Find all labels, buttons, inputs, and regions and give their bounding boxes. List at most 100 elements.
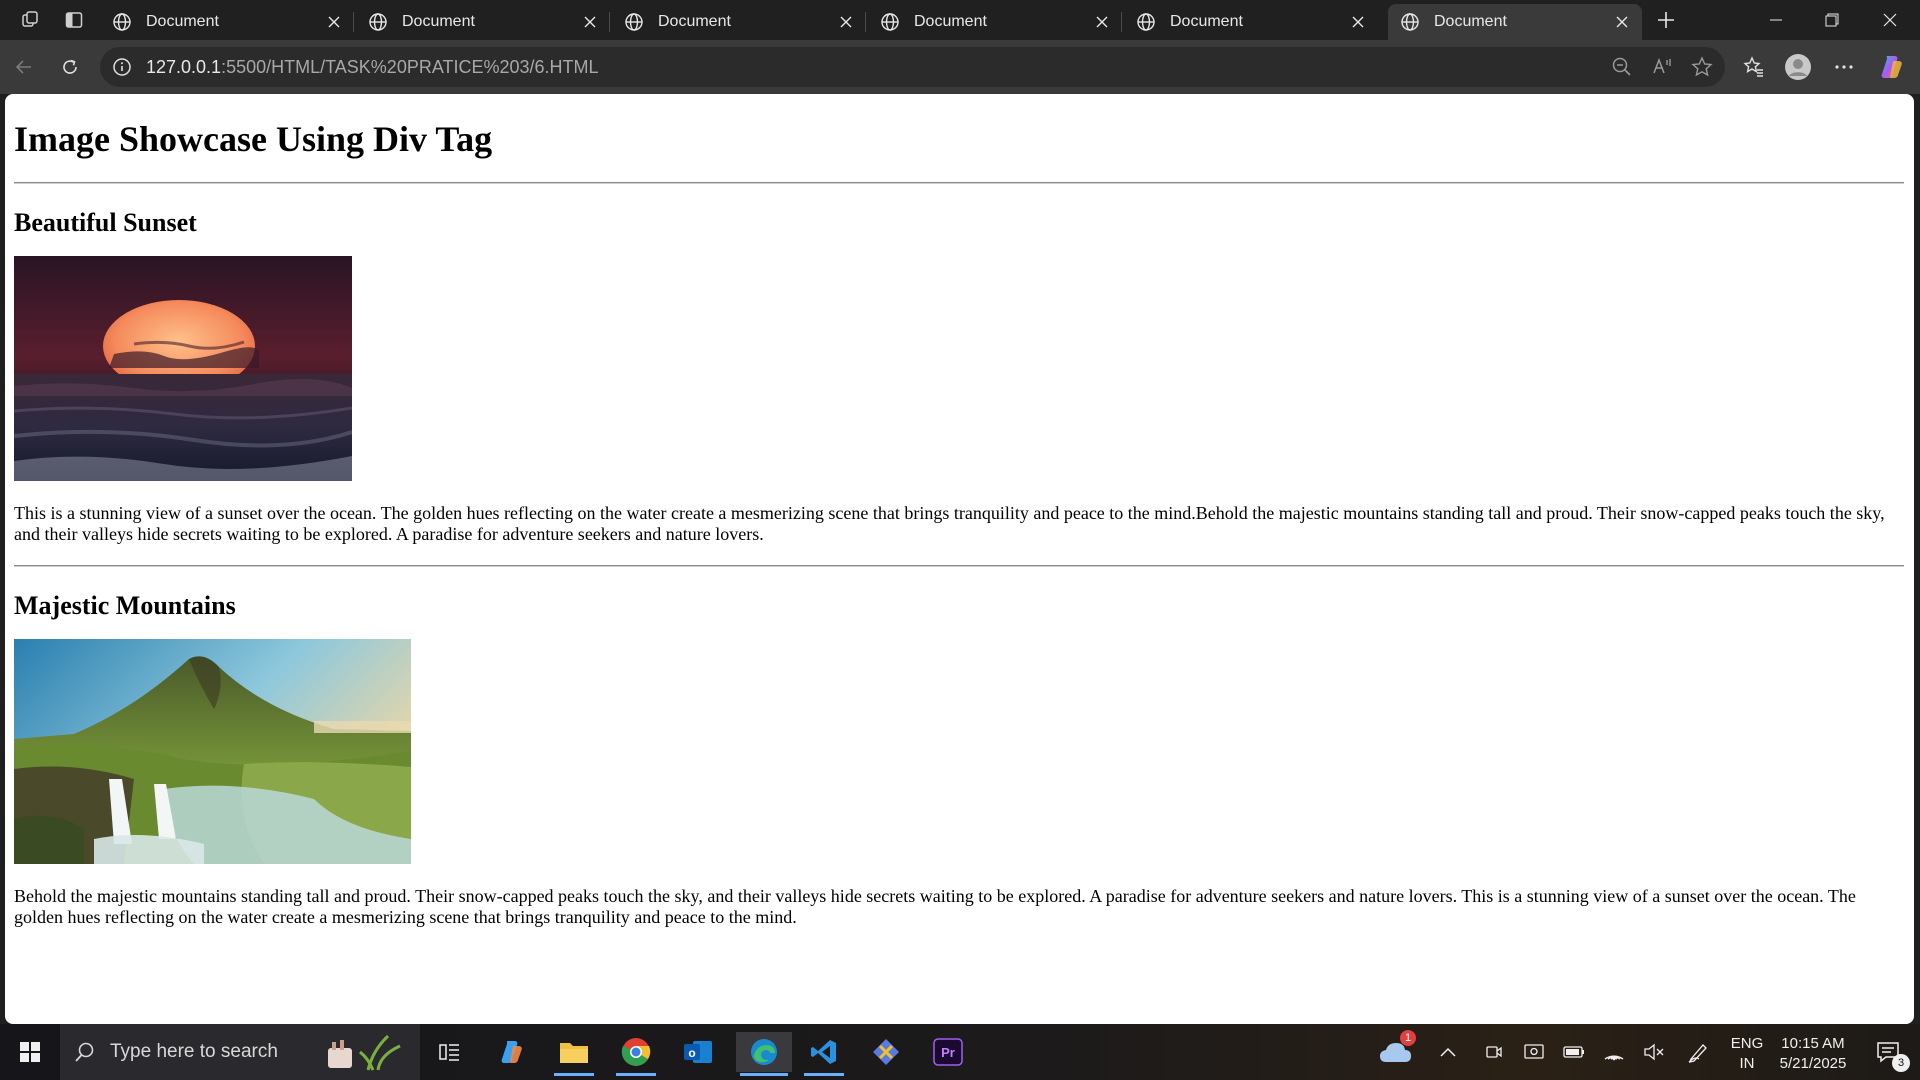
vscode-button[interactable] bbox=[800, 1032, 848, 1076]
svg-text:o: o bbox=[688, 1046, 695, 1060]
refresh-icon bbox=[63, 59, 77, 74]
browser-tab[interactable]: Document bbox=[868, 4, 1122, 40]
folder-icon bbox=[560, 1043, 588, 1063]
task-view-icon bbox=[439, 1044, 459, 1061]
minimize-icon bbox=[1770, 19, 1782, 21]
svg-text:Pr: Pr bbox=[941, 1045, 955, 1060]
copilot-taskbar-button[interactable] bbox=[488, 1032, 536, 1072]
browser-tab[interactable]: Document bbox=[612, 4, 866, 40]
browser-toolbar: 127.0.0.1:5500/HTML/TASK%20PRATICE%203/6… bbox=[0, 40, 1920, 94]
globe-icon bbox=[113, 13, 131, 31]
page-title: Image Showcase Using Div Tag bbox=[14, 119, 493, 159]
sunset-image-art bbox=[14, 256, 352, 481]
more-dots-icon bbox=[1835, 65, 1853, 69]
more-options-button[interactable] bbox=[1828, 51, 1860, 83]
close-tab-icon[interactable] bbox=[1090, 10, 1114, 34]
vertical-tabs-icon[interactable] bbox=[58, 4, 90, 36]
volume-muted-icon[interactable] bbox=[1636, 1032, 1672, 1072]
tab-title: Document bbox=[1170, 13, 1243, 30]
close-tab-icon[interactable] bbox=[834, 10, 858, 34]
language-code: ENG bbox=[1730, 1035, 1764, 1052]
read-aloud-icon[interactable] bbox=[1651, 56, 1673, 78]
edge-icon bbox=[751, 1039, 777, 1065]
battery-icon[interactable] bbox=[1556, 1032, 1592, 1072]
url-path: :5500/HTML/TASK%20PRATICE%203/6.HTML bbox=[221, 56, 599, 77]
tab-title: Document bbox=[402, 13, 475, 30]
showcase-section: Majestic Mountains Behold the majestic m… bbox=[14, 591, 1904, 928]
mountain-image-art bbox=[14, 639, 411, 864]
restore-button[interactable] bbox=[1804, 0, 1860, 40]
close-tab-icon[interactable] bbox=[578, 10, 602, 34]
region-code: IN bbox=[1739, 1055, 1755, 1072]
start-button[interactable] bbox=[6, 1032, 54, 1072]
chrome-button[interactable] bbox=[612, 1032, 660, 1076]
browser-tab[interactable]: Document bbox=[1124, 4, 1378, 40]
clock[interactable]: 10:15 AM 5/21/2025 bbox=[1770, 1034, 1856, 1074]
back-button[interactable] bbox=[8, 51, 40, 83]
close-tab-icon[interactable] bbox=[322, 10, 346, 34]
tab-title: Document bbox=[658, 13, 731, 30]
tab-separator bbox=[353, 12, 354, 32]
file-explorer-button[interactable] bbox=[550, 1032, 598, 1076]
weather-widget[interactable]: 1 bbox=[1372, 1030, 1420, 1072]
profile-button[interactable] bbox=[1782, 51, 1814, 83]
pen-icon[interactable] bbox=[1680, 1032, 1716, 1072]
taskbar-search-box[interactable]: Type here to search bbox=[60, 1024, 420, 1080]
clock-date: 5/21/2025 bbox=[1779, 1055, 1847, 1072]
zoom-out-icon[interactable] bbox=[1611, 56, 1633, 78]
premiere-pro-button[interactable]: Pr bbox=[924, 1032, 972, 1072]
sunset-image bbox=[14, 256, 352, 481]
browser-tab[interactable]: Document bbox=[356, 4, 610, 40]
notification-center-button[interactable]: 3 bbox=[1866, 1032, 1910, 1072]
globe-icon bbox=[881, 13, 899, 31]
address-bar[interactable]: 127.0.0.1:5500/HTML/TASK%20PRATICE%203/6… bbox=[100, 47, 1725, 87]
search-placeholder: Type here to search bbox=[110, 1041, 278, 1062]
page-content: Image Showcase Using Div Tag Beautiful S… bbox=[14, 94, 1904, 948]
workspaces-icon[interactable] bbox=[14, 4, 46, 36]
screen-capture-icon[interactable] bbox=[1516, 1032, 1552, 1072]
tab-separator bbox=[609, 12, 610, 32]
tab-title: Document bbox=[1434, 13, 1507, 30]
notification-count-badge: 3 bbox=[1892, 1054, 1910, 1072]
browser-tab[interactable]: Document bbox=[100, 4, 354, 40]
task-view-button[interactable] bbox=[426, 1032, 474, 1072]
search-icon bbox=[75, 1042, 94, 1062]
new-tab-button[interactable] bbox=[1650, 6, 1682, 34]
mountain-image bbox=[14, 639, 411, 864]
meet-now-icon[interactable] bbox=[1476, 1032, 1512, 1072]
chevron-up-icon bbox=[1440, 1047, 1456, 1057]
weather-badge: 1 bbox=[1400, 1030, 1416, 1046]
globe-icon bbox=[369, 13, 387, 31]
edge-button[interactable] bbox=[736, 1032, 792, 1076]
favorite-star-icon[interactable] bbox=[1691, 56, 1713, 78]
copilot-button[interactable] bbox=[1876, 51, 1908, 83]
clock-time: 10:15 AM bbox=[1781, 1035, 1845, 1052]
premiere-pro-icon: Pr bbox=[933, 1038, 963, 1066]
tab-separator bbox=[865, 12, 866, 32]
refresh-button[interactable] bbox=[54, 51, 86, 83]
tab-separator bbox=[1121, 12, 1122, 32]
tab-title: Document bbox=[914, 13, 987, 30]
close-tab-icon[interactable] bbox=[1346, 10, 1370, 34]
browser-tab-active[interactable]: Document bbox=[1388, 4, 1642, 40]
section-description: Behold the majestic mountains standing t… bbox=[14, 886, 1856, 927]
close-tab-icon[interactable] bbox=[1610, 10, 1634, 34]
close-window-button[interactable] bbox=[1862, 0, 1918, 40]
wifi-icon[interactable] bbox=[1596, 1032, 1632, 1072]
globe-icon bbox=[625, 13, 643, 31]
show-hidden-icons-button[interactable] bbox=[1430, 1032, 1466, 1072]
vscode-icon bbox=[811, 1040, 836, 1064]
git-tool-button[interactable] bbox=[862, 1032, 910, 1072]
outlook-button[interactable]: o bbox=[674, 1032, 722, 1072]
divider bbox=[14, 182, 1904, 184]
browser-tab-strip: Document Document Document Document Docu… bbox=[0, 0, 1920, 40]
restore-icon bbox=[1825, 13, 1839, 27]
favorites-button[interactable] bbox=[1738, 51, 1770, 83]
section-heading: Beautiful Sunset bbox=[14, 208, 197, 237]
showcase-section: Beautiful Sunset This is a stunning view… bbox=[14, 208, 1904, 545]
site-info-icon[interactable] bbox=[112, 57, 132, 77]
minimize-button[interactable] bbox=[1748, 0, 1804, 40]
url-text[interactable]: 127.0.0.1:5500/HTML/TASK%20PRATICE%203/6… bbox=[146, 57, 599, 78]
section-heading: Majestic Mountains bbox=[14, 591, 236, 620]
language-indicator[interactable]: ENG IN bbox=[1726, 1034, 1768, 1074]
